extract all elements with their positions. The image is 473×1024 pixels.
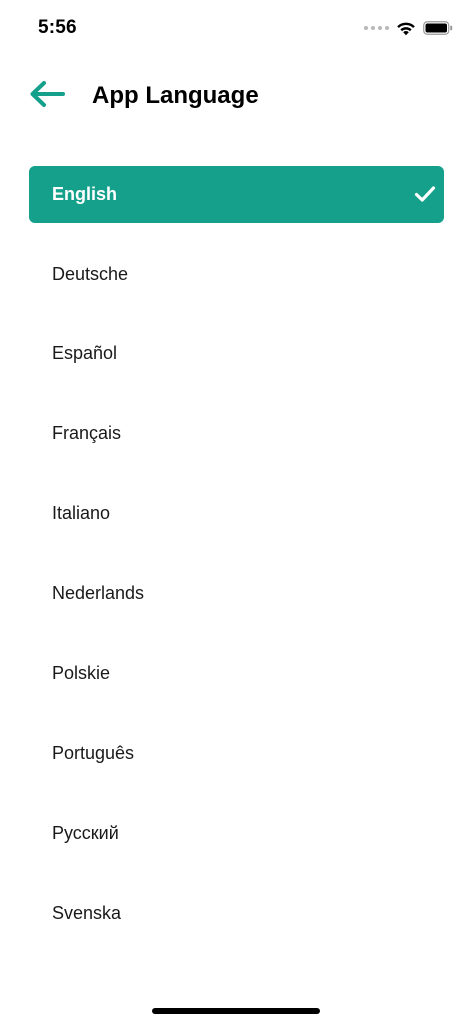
language-option-portugues[interactable]: Português — [0, 713, 473, 793]
status-bar: 5:56 — [0, 0, 473, 56]
language-label: Deutsche — [52, 263, 129, 284]
language-label: English — [52, 184, 118, 204]
status-icons — [364, 18, 453, 38]
home-indicator[interactable] — [152, 1008, 320, 1014]
status-time: 5:56 — [38, 17, 77, 38]
battery-icon — [423, 21, 453, 35]
language-list: English Deutsche Español Français Italia… — [0, 166, 473, 953]
back-button[interactable] — [26, 78, 68, 114]
language-label: Italiano — [52, 502, 111, 523]
language-option-nederlands[interactable]: Nederlands — [0, 553, 473, 633]
language-label: Nederlands — [52, 582, 145, 603]
language-option-italiano[interactable]: Italiano — [0, 473, 473, 553]
language-label: Русский — [52, 822, 119, 843]
wifi-icon — [396, 21, 416, 36]
language-option-espanol[interactable]: Español — [0, 313, 473, 393]
language-option-svenska[interactable]: Svenska — [0, 873, 473, 953]
language-option-polskie[interactable]: Polskie — [0, 633, 473, 713]
language-label: Español — [52, 342, 118, 363]
page-title: App Language — [92, 82, 259, 109]
language-label: Français — [52, 422, 122, 443]
language-option-russian[interactable]: Русский — [0, 793, 473, 873]
language-label: Polskie — [52, 662, 111, 683]
language-option-francais[interactable]: Français — [0, 393, 473, 473]
arrow-left-icon — [28, 80, 66, 113]
app-language-screen: 5:56 App Language English Deutsche Españ… — [0, 0, 473, 1024]
language-option-deutsche[interactable]: Deutsche — [0, 235, 473, 313]
cellular-signal-icon — [364, 26, 389, 30]
checkmark-icon — [414, 185, 436, 208]
language-label: Svenska — [52, 902, 122, 923]
language-label: Português — [52, 742, 135, 763]
header: App Language — [0, 70, 473, 122]
language-option-english[interactable]: English — [29, 166, 444, 223]
list-fade-overlay — [0, 975, 473, 1024]
